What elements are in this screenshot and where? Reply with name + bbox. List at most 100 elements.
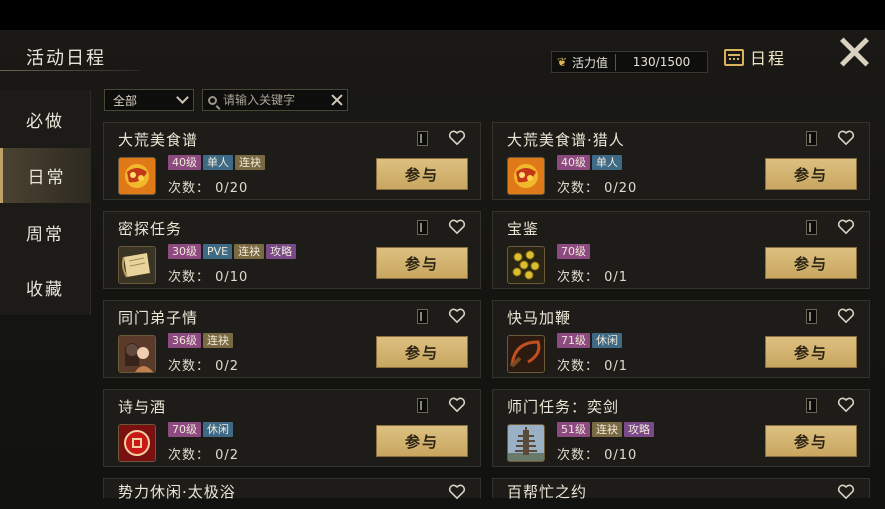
favorite-heart-icon[interactable] [837,397,855,413]
activity-tags: 71级 休闲 [557,333,622,348]
tag-badge: 单人 [592,155,622,170]
favorite-heart-icon[interactable] [837,219,855,235]
join-button[interactable]: 参与 [765,247,857,279]
favorite-heart-icon[interactable] [448,219,466,235]
activity-card-partial: 百帮忙之约 [492,478,870,501]
attempt-count: 次数： 0/10 [557,448,638,463]
guide-book-icon[interactable] [417,398,428,413]
activity-tags: 51级 连袂 攻略 [557,422,654,437]
tag-badge: 休闲 [592,333,622,348]
favorite-heart-icon[interactable] [448,397,466,413]
activity-tags: 40级 单人 连袂 [168,155,265,170]
join-button[interactable]: 参与 [765,425,857,457]
guide-book-icon[interactable] [806,398,817,413]
favorite-heart-icon[interactable] [837,484,855,500]
guide-book-icon[interactable] [417,309,428,324]
attempt-count: 次数： 0/10 [168,270,249,285]
tag-badge: 70级 [168,422,201,437]
vitality-display: ❦ 活力值 130/1500 [551,51,708,73]
activity-card: 大荒美食谱·猎人 40级 单人 次数： 0/20 参与 [492,122,870,200]
sidebar-item-favorites[interactable]: 收藏 [0,260,90,315]
tag-badge: 51级 [557,422,590,437]
activity-tags: 30级 PVE 连袂 攻略 [168,244,297,259]
activity-card: 诗与酒 70级 休闲 次数： 0/2 参与 [103,389,481,467]
category-dropdown[interactable]: 全部 [104,89,194,111]
activity-title: 势力休闲·太极浴 [118,483,236,501]
activity-title: 百帮忙之约 [507,483,588,501]
join-button[interactable]: 参与 [376,158,468,190]
attempt-count: 次数： 0/2 [168,448,240,463]
sidebar-item-must-do[interactable]: 必做 [0,92,90,147]
sidebar-item-label: 收藏 [26,280,64,300]
favorite-heart-icon[interactable] [448,308,466,324]
activity-title: 宝鉴 [507,220,540,238]
sidebar-item-label: 必做 [26,112,64,132]
join-button[interactable]: 参与 [765,158,857,190]
tag-badge: 70级 [557,244,590,259]
favorite-heart-icon[interactable] [448,484,466,500]
scroll-icon [118,246,156,284]
leaf-icon: ❦ [556,55,568,69]
pagoda-icon [507,424,545,462]
tag-badge: 40级 [168,155,201,170]
favorite-heart-icon[interactable] [837,308,855,324]
favorite-heart-icon[interactable] [448,130,466,146]
coins-icon [507,246,545,284]
attempt-count: 次数： 0/20 [168,181,249,196]
activity-card-partial: 势力休闲·太极浴 [103,478,481,501]
dropdown-value: 全部 [113,93,138,108]
join-button[interactable]: 参与 [376,336,468,368]
activity-title: 大荒美食谱 [118,131,199,149]
guide-book-icon[interactable] [806,220,817,235]
calendar-button[interactable]: 日程 [724,45,786,69]
sidebar: 必做 日常 周常 收藏 [0,90,91,315]
tag-badge: 40级 [557,155,590,170]
search-icon [208,95,217,105]
guide-book-icon[interactable] [806,131,817,146]
tag-badge: 攻略 [266,244,297,259]
page-title: 活动日程 [26,48,106,69]
wine-icon [118,424,156,462]
calendar-icon [724,48,744,66]
calendar-label: 日程 [750,49,787,68]
activity-title: 同门弟子情 [118,309,199,327]
activity-tags: 70级 [557,244,590,259]
favorite-heart-icon[interactable] [837,130,855,146]
activity-card: 师门任务：奕剑 51级 连袂 攻略 次数： 0/10 参与 [492,389,870,467]
activity-title: 师门任务：奕剑 [507,398,620,416]
guide-book-icon[interactable] [417,131,428,146]
tag-badge: 连袂 [234,244,265,259]
guide-book-icon[interactable] [417,220,428,235]
activity-tags: 36级 连袂 [168,333,233,348]
activity-title: 快马加鞭 [507,309,572,327]
title-underline [0,70,140,71]
tag-badge: PVE [203,244,233,259]
tag-badge: 71级 [557,333,590,348]
activity-title: 诗与酒 [118,398,167,416]
attempt-count: 次数： 0/2 [168,359,240,374]
search-input[interactable] [223,93,323,107]
tag-badge: 连袂 [235,155,265,170]
close-icon[interactable] [838,36,870,68]
sidebar-item-label: 周常 [26,225,64,245]
activity-card: 宝鉴 70级 次数： 0/1 参与 [492,211,870,289]
activity-title: 密探任务 [118,220,183,238]
activity-card: 同门弟子情 36级 连袂次数： 0/2 参与 [103,300,481,378]
activity-tags: 40级 单人 [557,155,622,170]
activity-card: 大荒美食谱 40级 单人 连袂 次数： 0/20 参与 [103,122,481,200]
join-button[interactable]: 参与 [376,247,468,279]
guide-book-icon[interactable] [806,309,817,324]
attempt-count: 次数： 0/1 [557,359,629,374]
join-button[interactable]: 参与 [376,425,468,457]
search-field [202,89,348,111]
sidebar-item-weekly[interactable]: 周常 [0,205,90,260]
sidebar-item-label: 日常 [27,168,66,188]
whip-icon [507,335,545,373]
sidebar-item-daily[interactable]: 日常 [0,148,90,203]
attempt-count: 次数： 0/20 [557,181,638,196]
join-button[interactable]: 参与 [765,336,857,368]
vitality-label: 活力值 [572,53,617,71]
tag-badge: 连袂 [592,422,622,437]
clear-icon[interactable] [331,94,343,106]
food-icon [118,157,156,195]
